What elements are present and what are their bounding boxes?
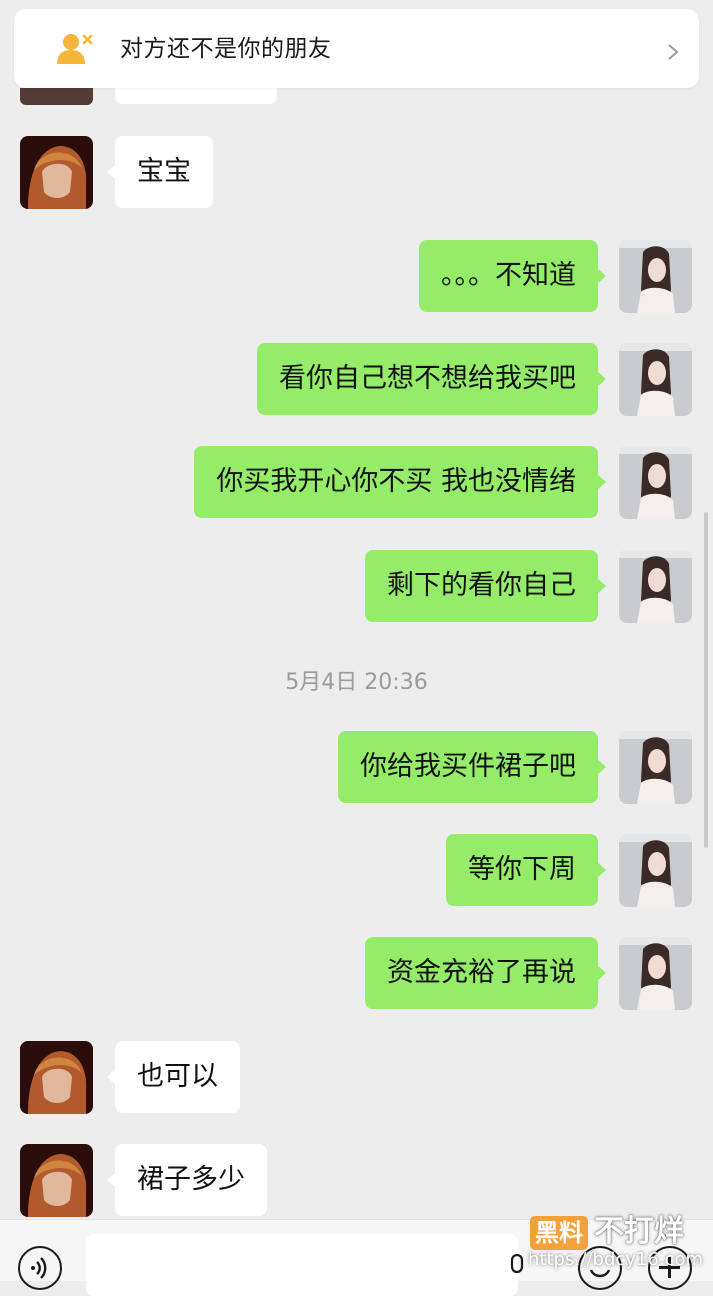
- self-avatar[interactable]: [619, 731, 692, 804]
- message-bubble-partial: [115, 88, 277, 104]
- contact-avatar[interactable]: [20, 1144, 93, 1217]
- microphone-icon[interactable]: [508, 1254, 526, 1280]
- self-avatar[interactable]: [619, 550, 692, 623]
- voice-toggle-button[interactable]: [18, 1246, 62, 1290]
- avatar-partial: [20, 88, 93, 105]
- user-remove-icon: [57, 34, 93, 64]
- message-bubble-sent[interactable]: 你给我买件裙子吧: [338, 731, 606, 803]
- self-avatar[interactable]: [619, 343, 692, 416]
- chevron-right-icon: [668, 44, 679, 60]
- message-bubble-sent[interactable]: 。。。不知道: [419, 240, 606, 312]
- contact-avatar[interactable]: [20, 1041, 93, 1114]
- message-bubble-received[interactable]: 裙子多少: [107, 1144, 267, 1216]
- banner-text: 对方还不是你的朋友: [120, 36, 332, 62]
- chat-scrollbar[interactable]: [704, 512, 708, 848]
- watermark-name: 不打烊: [594, 1214, 684, 1249]
- message-bubble-sent[interactable]: 资金充裕了再说: [365, 937, 606, 1009]
- message-bubble-sent[interactable]: 剩下的看你自己: [365, 550, 606, 622]
- contact-avatar[interactable]: [20, 136, 93, 209]
- message-bubble-received[interactable]: 也可以: [107, 1041, 240, 1113]
- watermark-url: https://bdcy16.com: [528, 1249, 703, 1270]
- message-bubble-received[interactable]: 宝宝: [107, 136, 213, 208]
- message-bubble-sent[interactable]: 你买我开心你不买 我也没情绪: [194, 446, 606, 518]
- message-input[interactable]: [86, 1234, 518, 1296]
- not-friend-banner[interactable]: 对方还不是你的朋友: [14, 9, 699, 88]
- message-bubble-sent[interactable]: 看你自己想不想给我买吧: [257, 343, 606, 415]
- message-timestamp: 5月4日 20:36: [285, 670, 428, 695]
- self-avatar[interactable]: [619, 446, 692, 519]
- voice-icon: [31, 1257, 47, 1279]
- message-bubble-sent[interactable]: 等你下周: [446, 834, 606, 906]
- self-avatar[interactable]: [619, 240, 692, 313]
- watermark-logo: 黑料: [530, 1216, 588, 1250]
- self-avatar[interactable]: [619, 834, 692, 907]
- self-avatar[interactable]: [619, 937, 692, 1010]
